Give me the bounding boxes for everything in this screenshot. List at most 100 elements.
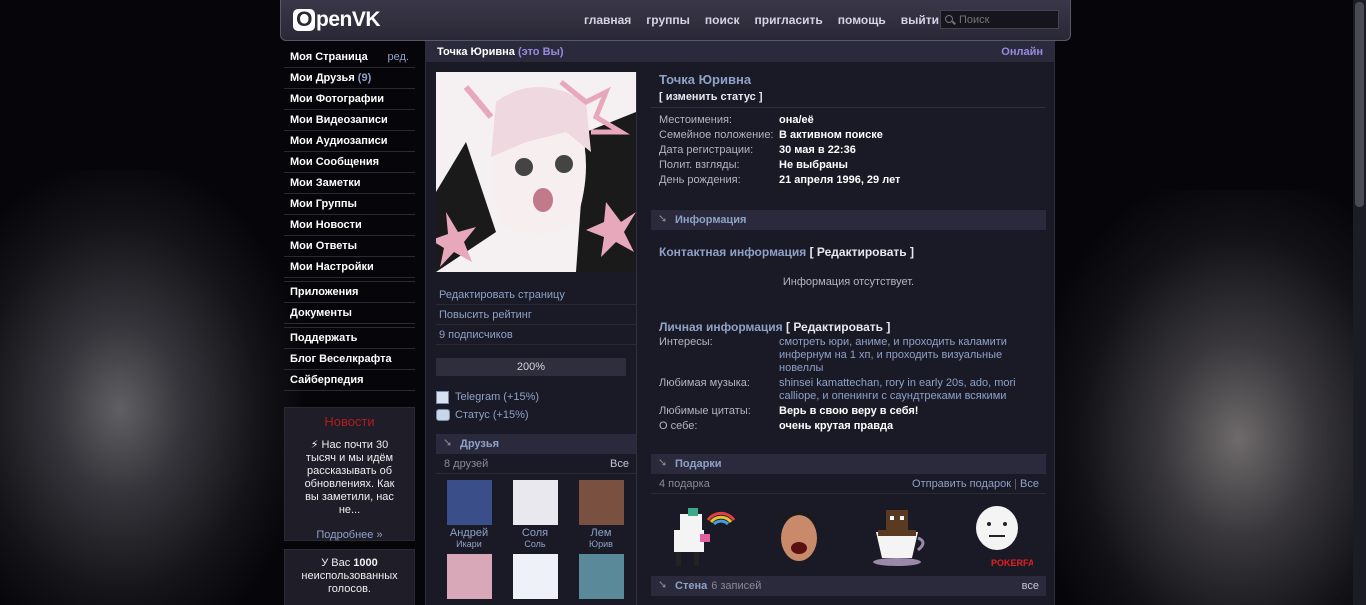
friend-card[interactable]: Соля Соль <box>502 480 568 549</box>
search-box <box>940 10 1059 29</box>
top-header: OpenVK главная группы поиск пригласить п… <box>280 0 1071 41</box>
scrollbar-thumb[interactable] <box>1355 2 1364 207</box>
sidebar-item-replies[interactable]: Мои Ответы <box>284 236 415 257</box>
personal-edit-button[interactable]: [ Редактировать ] <box>786 320 890 334</box>
page-scrollbar[interactable] <box>1353 0 1366 605</box>
no-info-text: Информация отсутствует. <box>782 276 915 288</box>
gifts-list: POKERFACE <box>651 494 1047 576</box>
gift-item[interactable]: POKERFACE <box>961 500 1047 570</box>
profile-actions: Редактировать страницу Повысить рейтинг … <box>436 285 636 345</box>
friend-card[interactable]: Андрей Икари <box>436 480 502 549</box>
sidebar-item-wiki[interactable]: Сайберпедия <box>284 370 415 391</box>
left-sidebar: Моя Страница ред. Мои Друзья (9) Мои Фото… <box>284 47 415 605</box>
friends-section-header[interactable]: Друзья <box>436 434 636 454</box>
online-status: Онлайн <box>1001 45 1043 58</box>
gifts-subheader: 4 подарка Отправить подарок | Все <box>651 474 1046 494</box>
profile-main: Точка Юривна (это Вы) Онлайн Редактирова… <box>425 41 1055 605</box>
sidebar-item-videos[interactable]: Мои Видеозаписи <box>284 110 415 131</box>
nav-home[interactable]: главная <box>584 13 631 27</box>
friend-avatar <box>446 480 492 525</box>
change-status-button[interactable]: [ изменить статус ] <box>651 91 1046 108</box>
wall-section-header[interactable]: Стена6 записейвсе <box>651 576 1046 596</box>
friend-card[interactable] <box>568 554 634 599</box>
friend-card[interactable] <box>436 554 502 599</box>
profile-name: Точка Юривна <box>659 72 752 87</box>
sidebar-item-support[interactable]: Поддержать <box>284 328 415 349</box>
sidebar-item-apps[interactable]: Приложения <box>284 282 415 303</box>
nav-logout[interactable]: выйти <box>901 13 939 27</box>
profile-top-name: Точка Юривна <box>437 45 515 58</box>
sidebar-edit-link[interactable]: ред. <box>388 51 409 63</box>
pokerface-label: POKERFACE <box>991 558 1033 568</box>
cup-bear-gift-image <box>872 510 925 566</box>
openvk-logo[interactable]: OpenVK <box>293 8 381 32</box>
sidebar-item-blog[interactable]: Блог Веселкрафта <box>284 349 415 370</box>
gifts-count: 4 подарка <box>659 477 710 490</box>
sidebar-item-settings[interactable]: Мои Настройки <box>284 257 415 278</box>
personal-row-quotes: Любимые цитаты: Верь в свою веру в себя! <box>659 405 919 417</box>
friend-card[interactable]: Лем Юрив <box>568 480 634 549</box>
rating-bar: 200% <box>436 358 626 376</box>
followers-link[interactable]: 9 подписчиков <box>436 325 636 345</box>
sidebar-item-messages[interactable]: Мои Сообщения <box>284 152 415 173</box>
status-bonus-link[interactable]: Статус (+15%) <box>436 406 636 424</box>
arrow-icon <box>658 578 668 591</box>
pokerface-gift-image: POKERFACE <box>975 506 1047 568</box>
send-gift-link[interactable]: Отправить подарок <box>912 478 1011 490</box>
background-clouds-left <box>0 170 300 605</box>
pony-gift-image <box>674 508 736 566</box>
information-section-header[interactable]: Информация <box>651 210 1046 230</box>
nav-invite[interactable]: пригласить <box>755 13 823 27</box>
personal-row-music: Любимая музыка: shinsei kamattechan, rory… <box>659 377 1016 402</box>
personal-info-title: Личная информация [ Редактировать ] <box>659 320 891 334</box>
profile-left-column: Редактировать страницу Повысить рейтинг … <box>436 72 637 605</box>
votes-count: 1000 <box>353 557 378 569</box>
face-gift-image <box>781 512 818 561</box>
arrow-icon <box>443 436 453 449</box>
profile-avatar[interactable] <box>436 72 636 272</box>
telegram-icon <box>436 390 449 404</box>
gift-item[interactable] <box>862 500 934 570</box>
gifts-section-header[interactable]: Подарки <box>651 454 1046 474</box>
telegram-bonus-link[interactable]: Telegram (+15%) <box>436 388 636 406</box>
info-row-pronouns: Местоимения: она/её <box>659 114 814 126</box>
wall-all-link[interactable]: все <box>1022 580 1039 592</box>
sidebar-item-notes[interactable]: Мои Заметки <box>284 173 415 194</box>
sidebar-item-news[interactable]: Мои Новости <box>284 215 415 236</box>
boost-rating-link[interactable]: Повысить рейтинг <box>436 305 636 325</box>
sidebar-item-photos[interactable]: Мои Фотографии <box>284 89 415 110</box>
friends-count-badge: (9) <box>357 72 372 84</box>
contact-edit-button[interactable]: [ Редактировать ] <box>810 245 914 259</box>
gift-item[interactable] <box>763 500 835 570</box>
wall-count: 6 записей <box>711 580 762 592</box>
personal-row-about: О себе: очень крутая правда <box>659 420 894 432</box>
sidebar-item-documents[interactable]: Документы <box>284 303 415 324</box>
nav-help[interactable]: помощь <box>838 13 886 27</box>
search-icon <box>945 14 955 25</box>
arrow-icon <box>658 456 668 469</box>
friends-all-link[interactable]: Все <box>610 458 629 470</box>
background-clouds-right <box>1046 190 1366 605</box>
edit-page-link[interactable]: Редактировать страницу <box>436 285 636 305</box>
arrow-icon <box>658 212 668 225</box>
nav-groups[interactable]: группы <box>646 13 690 27</box>
sidebar-item-audio[interactable]: Мои Аудиозаписи <box>284 131 415 152</box>
friends-subheader: 8 друзей Все <box>436 454 636 474</box>
friend-card[interactable] <box>502 554 568 599</box>
gifts-all-link[interactable]: Все <box>1020 478 1039 490</box>
avatar-image <box>436 72 636 272</box>
friend-avatar <box>512 480 558 525</box>
news-title: Новости <box>324 414 375 429</box>
personal-row-interests: Интересы: смотреть юри, аниме, и проходит… <box>659 336 1007 374</box>
news-text: ⚡ Нас почти 30 тысяч и мы идём рассказыв… <box>304 439 395 516</box>
friend-avatar <box>578 554 624 599</box>
profile-top-bar: Точка Юривна (это Вы) Онлайн <box>426 41 1054 62</box>
search-input[interactable] <box>959 13 1055 26</box>
news-more-link[interactable]: Подробнее » <box>285 529 414 541</box>
sidebar-item-groups[interactable]: Мои Группы <box>284 194 415 215</box>
nav-search[interactable]: поиск <box>705 13 740 27</box>
sidebar-item-my-page[interactable]: Моя Страница ред. <box>284 47 415 68</box>
sidebar-item-friends[interactable]: Мои Друзья (9) <box>284 68 415 89</box>
profile-info-table: Местоимения: она/её Семейное положение: В … <box>651 114 1046 189</box>
gift-item[interactable] <box>664 500 736 570</box>
